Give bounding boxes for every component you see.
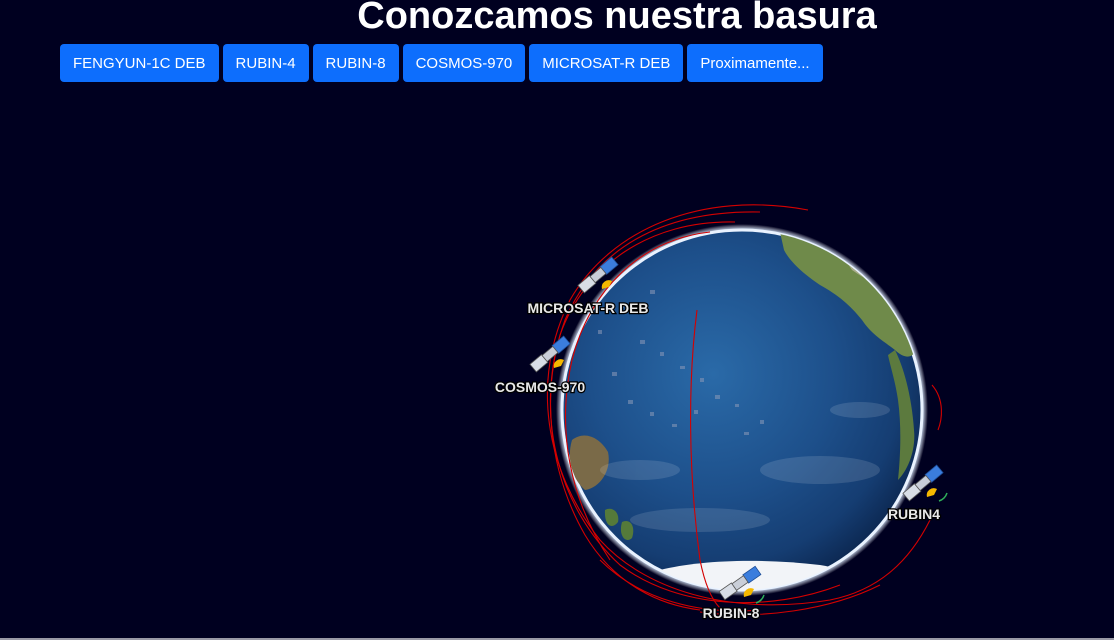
- satellite-label: RUBIN4: [888, 506, 940, 522]
- satellite-label: RUBIN-8: [703, 605, 760, 621]
- satellite-label: MICROSAT-R DEB: [527, 300, 648, 316]
- globe-viewer[interactable]: MICROSAT-R DEB COSMOS-970 RUBIN4 RUBIN-8: [0, 0, 1114, 640]
- satellite-label: COSMOS-970: [495, 379, 585, 395]
- earth-globe: [556, 224, 928, 596]
- app-page: Conozcamos nuestra basura FENGYUN-1C DEB…: [0, 0, 1114, 640]
